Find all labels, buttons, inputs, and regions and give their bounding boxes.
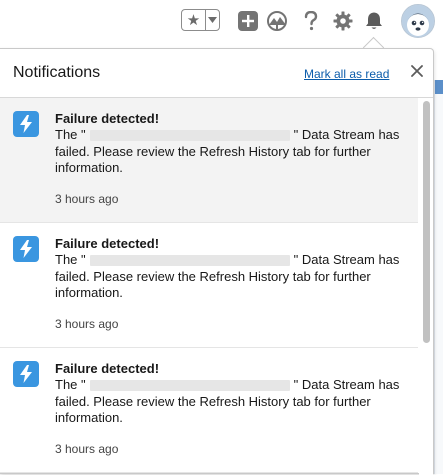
global-header: ★	[0, 0, 443, 44]
chevron-down-icon[interactable]	[206, 10, 219, 30]
notification-body: The " " Data Stream has failed. Please re…	[55, 252, 410, 302]
notification-body-prefix: The "	[55, 252, 86, 267]
lightning-bolt-icon	[13, 111, 39, 137]
notification-time: 3 hours ago	[55, 317, 119, 331]
redacted-text	[89, 380, 290, 392]
notification-time: 3 hours ago	[55, 192, 119, 206]
notification-item[interactable]: Failure detected! The " " Data Stream has…	[0, 348, 418, 473]
notification-body-prefix: The "	[55, 377, 86, 392]
notifications-panel: Notifications Mark all as read Failure d…	[0, 48, 434, 475]
notification-body: The " " Data Stream has failed. Please re…	[55, 127, 410, 177]
gear-icon[interactable]	[331, 9, 355, 33]
notification-title: Failure detected!	[55, 111, 160, 126]
avatar[interactable]	[401, 4, 435, 38]
redacted-text	[89, 255, 290, 267]
panel-header: Notifications Mark all as read	[0, 49, 433, 98]
redacted-text	[89, 130, 290, 142]
panel-title: Notifications	[13, 64, 101, 81]
trailhead-icon[interactable]	[265, 9, 289, 33]
notification-item[interactable]: Failure detected! The " " Data Stream has…	[0, 98, 418, 223]
notification-item[interactable]: Failure detected! The " " Data Stream has…	[0, 223, 418, 348]
lightning-bolt-icon	[13, 361, 39, 387]
add-icon[interactable]	[236, 9, 260, 33]
favorites-button-group: ★	[181, 9, 220, 31]
background-page-edge	[434, 80, 443, 474]
background-page-accent	[435, 80, 443, 94]
bell-icon[interactable]	[362, 9, 386, 33]
notification-list: Failure detected! The " " Data Stream has…	[0, 98, 418, 475]
star-icon[interactable]: ★	[182, 10, 206, 30]
scrollbar[interactable]	[419, 98, 433, 475]
scrollbar-thumb[interactable]	[423, 101, 430, 343]
notification-title: Failure detected!	[55, 236, 160, 251]
close-icon[interactable]	[408, 62, 426, 80]
help-icon[interactable]	[299, 9, 323, 33]
notification-time: 3 hours ago	[55, 442, 119, 456]
notification-body: The " " Data Stream has failed. Please re…	[55, 377, 410, 427]
notification-title: Failure detected!	[55, 361, 160, 376]
notification-body-prefix: The "	[55, 127, 86, 142]
lightning-bolt-icon	[13, 236, 39, 262]
mark-all-as-read-link[interactable]: Mark all as read	[304, 67, 389, 81]
